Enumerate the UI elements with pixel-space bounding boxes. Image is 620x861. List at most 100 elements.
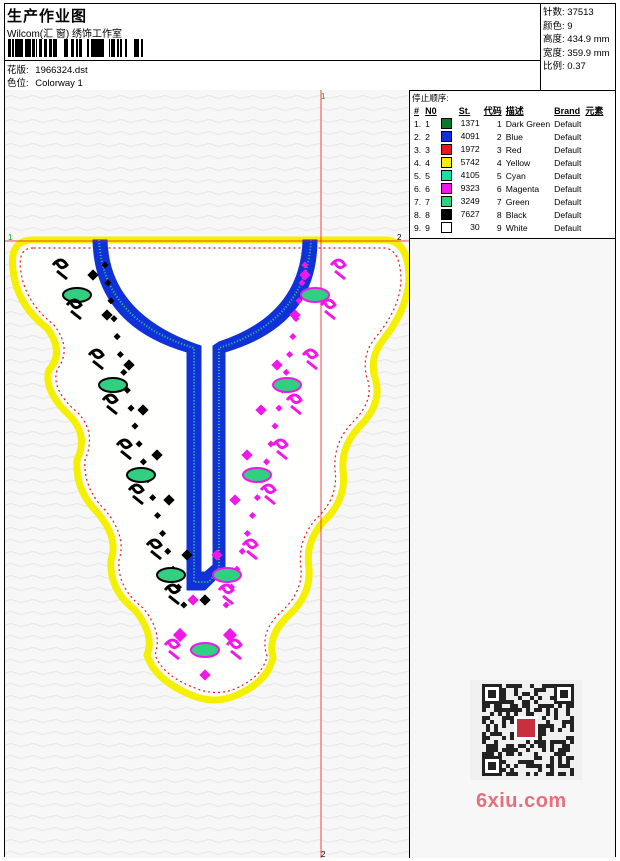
color-swatch	[440, 183, 452, 195]
desc-cell: Yellow	[505, 157, 531, 168]
col-num: #	[414, 105, 420, 116]
color-swatch	[440, 157, 452, 169]
code-cell: 8	[496, 209, 502, 220]
stitch-cell: 1371	[439, 117, 482, 130]
el-cell	[583, 221, 605, 234]
el-cell	[583, 169, 605, 182]
stitch-count-value: 9323	[460, 182, 480, 193]
table-row: 4. 4 5742 4 Yellow Default	[412, 156, 605, 169]
desc-cell: White	[505, 222, 528, 233]
no-cell: 6	[425, 183, 430, 194]
num-cell: 7.	[414, 196, 422, 207]
table-row: 1. 1 1371 1 Dark Green Default	[412, 117, 605, 130]
design-file-row: 花版: 1966324.dst	[7, 62, 88, 76]
marker-right: 2	[397, 233, 402, 242]
col-desc: 描述	[505, 106, 524, 116]
sheet-header: 生产作业图 Wilcom(汇 窗) 绣饰工作室 花版: 1966324.dst …	[5, 4, 615, 91]
num-cell: 1.	[414, 118, 422, 129]
desc-cell: Magenta	[505, 183, 540, 194]
no-cell: 9	[425, 222, 430, 233]
num-cell: 5.	[414, 170, 422, 181]
col-stitches: St.	[458, 105, 471, 116]
colorway-label: 色位:	[7, 78, 29, 89]
desc-cell: Black	[505, 209, 527, 220]
stitch-count-value: 30	[470, 221, 480, 232]
stitch-count-value: 3249	[460, 195, 480, 206]
brand-cell: Default	[554, 144, 582, 155]
table-row: 3. 3 1972 3 Red Default	[412, 143, 605, 156]
qr-code-image	[470, 680, 582, 780]
brand-cell: Default	[554, 131, 582, 142]
brand-cell: Default	[554, 209, 582, 220]
no-cell: 2	[425, 131, 430, 142]
no-cell: 7	[425, 196, 430, 207]
marker-left: 1	[8, 233, 13, 242]
table-row: 5. 5 4105 5 Cyan Default	[412, 169, 605, 182]
el-cell	[583, 195, 605, 208]
stitch-count-value: 4105	[460, 169, 480, 180]
brand-cell: Default	[554, 183, 582, 194]
no-cell: 3	[425, 144, 430, 155]
num-cell: 3.	[414, 144, 422, 155]
no-cell: 4	[425, 157, 430, 168]
stitch-cell: 9323	[439, 182, 482, 195]
no-cell: 1	[425, 118, 430, 129]
stitch-count-value: 5742	[460, 156, 480, 167]
color-swatch	[440, 222, 452, 234]
design-preview-canvas[interactable]: 1 1 2 2	[5, 90, 410, 858]
num-cell: 2.	[414, 131, 422, 142]
table-row: 6. 6 9323 6 Magenta Default	[412, 182, 605, 195]
company-name: Wilcom(汇 窗) 绣饰工作室	[7, 29, 122, 40]
table-row: 7. 7 3249 7 Green Default	[412, 195, 605, 208]
stitch-cell: 4105	[439, 169, 482, 182]
marker-top: 1	[321, 92, 326, 101]
el-cell	[583, 156, 605, 169]
marker-bottom: 2	[321, 850, 326, 858]
desc-cell: Dark Green	[505, 118, 551, 129]
code-cell: 1	[496, 118, 502, 129]
stitch-cell: 7627	[439, 208, 482, 221]
stitch-count-value: 1371	[460, 117, 480, 128]
code-cell: 2	[496, 131, 502, 142]
stitch-cell: 4091	[439, 130, 482, 143]
brand-cell: Default	[554, 118, 582, 129]
design-scale: 比例: 0.37	[543, 61, 586, 73]
desc-cell: Cyan	[505, 170, 526, 181]
table-row: 2. 2 4091 2 Blue Default	[412, 130, 605, 143]
stop-sequence-panel: 停止顺序: # N0 St. 代码 描述 Brand 元素 1. 1 1371 1 Da…	[410, 90, 615, 239]
site-watermark: 6xiu.com	[476, 790, 567, 812]
col-code: 代码	[483, 106, 502, 116]
stitch-count-value: 7627	[460, 208, 480, 219]
color-swatch	[440, 118, 452, 130]
stitch-count: 针数: 37513	[543, 7, 594, 18]
color-count: 颜色: 9	[543, 20, 573, 32]
el-cell	[583, 182, 605, 195]
brand-cell: Default	[554, 196, 582, 207]
num-cell: 6.	[414, 183, 422, 194]
code-cell: 5	[496, 170, 502, 181]
stitch-cell: 5742	[439, 156, 482, 169]
sheet-title: 生产作业图	[7, 8, 88, 25]
col-element: 元素	[585, 106, 604, 116]
barcode-image	[8, 39, 143, 57]
code-cell: 7	[496, 196, 502, 207]
design-width: 宽度: 359.9 mm	[543, 47, 610, 59]
col-no: N0	[425, 105, 437, 116]
table-row: 8. 8 7627 8 Black Default	[412, 208, 605, 221]
design-height: 高度: 434.9 mm	[543, 34, 610, 46]
num-cell: 8.	[414, 209, 422, 220]
stitch-cell: 3249	[439, 195, 482, 208]
brand-cell: Default	[554, 157, 582, 168]
code-cell: 4	[496, 157, 502, 168]
el-cell	[583, 130, 605, 143]
colorway-row: 色位: Colorway 1	[7, 75, 83, 89]
color-swatch	[440, 144, 452, 156]
stitch-count-value: 1972	[460, 143, 480, 154]
code-cell: 9	[496, 222, 502, 233]
desc-cell: Blue	[505, 131, 523, 142]
desc-cell: Red	[505, 144, 522, 155]
stitch-count-value: 4091	[460, 130, 480, 141]
color-swatch	[440, 170, 452, 182]
table-header-row: # N0 St. 代码 描述 Brand 元素	[412, 104, 605, 117]
table-row: 9. 9 30 9 White Default	[412, 221, 605, 234]
